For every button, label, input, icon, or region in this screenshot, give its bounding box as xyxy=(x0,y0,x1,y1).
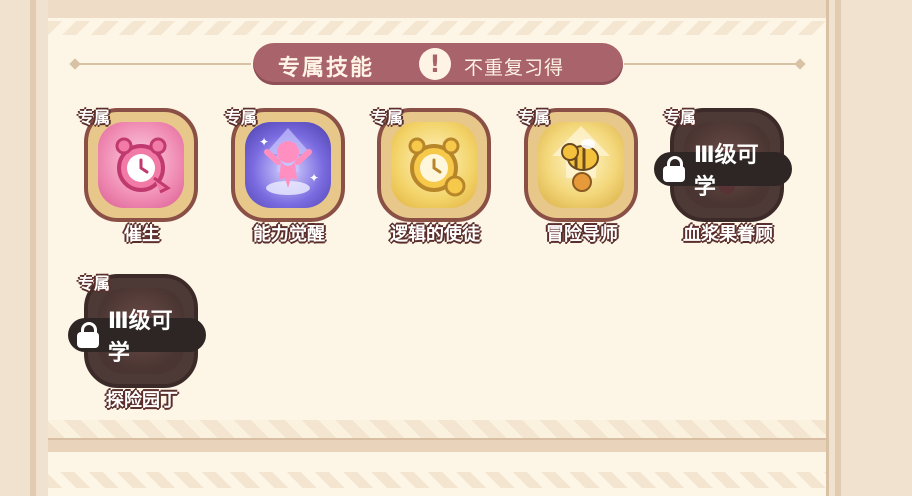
svg-text:✦: ✦ xyxy=(259,135,269,149)
left-frame xyxy=(0,0,51,496)
skill-card-5[interactable]: 专属 Ⅲ级可学 血浆果眷顾 xyxy=(654,104,792,245)
exclusive-tag: 专属 xyxy=(225,108,258,127)
skill-name: 逻辑的使徒 xyxy=(390,224,480,245)
lock-icon xyxy=(76,322,100,348)
right-frame xyxy=(826,0,912,496)
skill-card-4[interactable]: 专属 冒险导师 xyxy=(518,104,646,245)
lock-badge: Ⅲ级可学 xyxy=(654,143,792,200)
skill-name: 血浆果眷顾 xyxy=(683,224,773,245)
bee-mentor-icon xyxy=(552,126,610,192)
svg-text:✦: ✦ xyxy=(309,171,319,185)
exclusive-tag: 专属 xyxy=(664,108,697,127)
exclusive-tag: 专属 xyxy=(78,274,111,293)
skill-name: 催生 xyxy=(124,224,160,245)
header-rule-right xyxy=(624,63,800,65)
exclusive-tag: 专属 xyxy=(371,108,404,127)
skill-card-2[interactable]: ✦ ✦ 专属 能力觉醒 xyxy=(225,104,353,245)
panel-bottom-pattern xyxy=(48,420,826,438)
exclusive-tag: 专属 xyxy=(78,108,111,127)
section-note: 不重复习得 xyxy=(464,57,565,79)
alarm-clock-pink-icon xyxy=(115,137,171,194)
exclamation-icon: ! xyxy=(419,48,451,80)
exclusive-tag: 专属 xyxy=(518,108,551,127)
skill-name: 探险园丁 xyxy=(106,390,178,411)
lock-text: Ⅲ级可学 xyxy=(693,143,759,200)
header-rule-left xyxy=(75,63,251,65)
next-panel xyxy=(48,452,826,496)
skill-card-1[interactable]: 专属 催生 xyxy=(78,104,206,245)
section-title: 专属技能 xyxy=(278,56,375,81)
lock-badge: Ⅲ级可学 xyxy=(68,309,206,366)
skill-card-6[interactable]: 专属 Ⅲ级可学 探险园丁 xyxy=(68,270,206,411)
skill-name: 能力觉醒 xyxy=(253,224,325,245)
lock-text: Ⅲ级可学 xyxy=(107,309,173,366)
awakening-figure-icon: ✦ ✦ xyxy=(259,128,319,195)
alarm-clock-gold-icon xyxy=(408,137,466,197)
lock-icon xyxy=(662,156,686,182)
panel-top-pattern xyxy=(48,21,826,35)
skill-name: 冒险导师 xyxy=(546,224,618,245)
skill-card-3[interactable]: 专属 逻辑的使徒 xyxy=(371,104,499,245)
